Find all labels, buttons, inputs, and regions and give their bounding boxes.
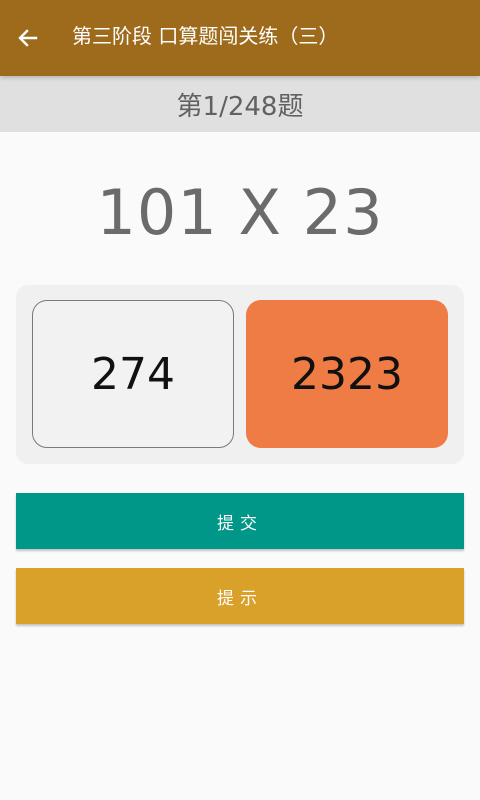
answer-options-panel: 274 2323 (16, 285, 464, 464)
question-expression: 101 X 23 (96, 176, 384, 249)
question-progress: 第1/248题 (176, 91, 304, 122)
app-bar: 第三阶段 口算题闯关练（三） (0, 0, 480, 76)
page-title: 第三阶段 口算题闯关练（三） (72, 24, 339, 48)
answer-option-b[interactable]: 2323 (246, 300, 448, 448)
hint-button[interactable]: 提示 (16, 568, 464, 624)
answer-option-a[interactable]: 274 (32, 300, 234, 448)
app-screen: 第三阶段 口算题闯关练（三） 第1/248题 101 X 23 274 2323… (0, 0, 480, 800)
submit-button[interactable]: 提交 (16, 493, 464, 549)
back-button[interactable] (10, 22, 46, 58)
arrow-left-icon (18, 28, 38, 52)
